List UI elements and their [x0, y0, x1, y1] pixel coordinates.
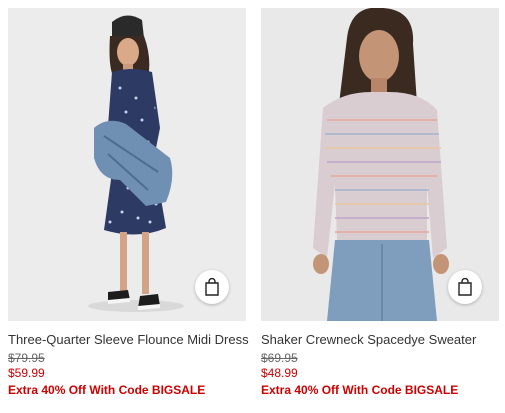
quick-add-button[interactable]: [448, 270, 482, 304]
promo-text: Extra 40% Off With Code BIGSALE: [261, 383, 459, 397]
sale-price: $48.99: [261, 366, 298, 380]
product-name[interactable]: Three-Quarter Sleeve Flounce Midi Dress: [8, 332, 249, 348]
product-name[interactable]: Shaker Crewneck Spacedye Sweater: [261, 332, 500, 348]
quick-add-button[interactable]: [195, 270, 229, 304]
product-image[interactable]: [8, 8, 246, 321]
original-price: $79.95: [8, 351, 45, 365]
shopping-bag-icon: [458, 278, 472, 296]
sale-price: $59.99: [8, 366, 45, 380]
product-grid: Three-Quarter Sleeve Flounce Midi Dress …: [0, 0, 505, 413]
shopping-bag-icon: [205, 278, 219, 296]
promo-text: Extra 40% Off With Code BIGSALE: [8, 383, 206, 397]
product-card[interactable]: Three-Quarter Sleeve Flounce Midi Dress …: [8, 8, 249, 398]
product-image[interactable]: [261, 8, 499, 321]
original-price: $69.95: [261, 351, 298, 365]
product-card[interactable]: Shaker Crewneck Spacedye Sweater $69.95 …: [261, 8, 500, 398]
